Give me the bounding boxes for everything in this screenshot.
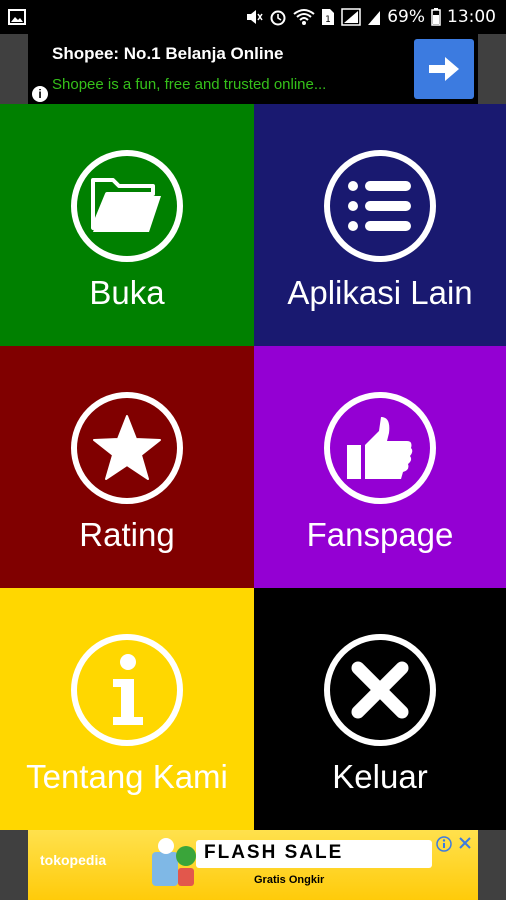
folder-icon bbox=[71, 150, 183, 262]
menu-grid: Buka Aplikasi Lain Rating Fanspage Tenta… bbox=[0, 104, 506, 830]
menu-label-tentang-kami: Tentang Kami bbox=[26, 758, 228, 795]
signal-icon-2 bbox=[367, 8, 381, 26]
arrow-right-icon bbox=[429, 57, 459, 81]
menu-label-fanspage: Fanspage bbox=[306, 516, 454, 553]
status-bar: 1 69% 13:00 bbox=[0, 0, 506, 34]
ad-close-icon[interactable] bbox=[458, 836, 472, 855]
flash-sale-subtext: Gratis Ongkir bbox=[254, 874, 325, 886]
menu-tile-fanspage[interactable]: Fanspage bbox=[254, 346, 506, 588]
svg-text:1: 1 bbox=[325, 15, 331, 25]
info-icon bbox=[71, 634, 183, 746]
menu-label-keluar: Keluar bbox=[332, 758, 428, 795]
battery-percent: 69% bbox=[387, 7, 425, 27]
ad-choices[interactable] bbox=[436, 836, 472, 855]
mascot-illustration bbox=[152, 838, 196, 886]
clock: 13:00 bbox=[447, 7, 496, 27]
menu-label-aplikasi-lain: Aplikasi Lain bbox=[287, 274, 473, 311]
tokopedia-logo: tokopedia bbox=[40, 852, 107, 868]
alarm-icon bbox=[269, 8, 287, 26]
ad-open-button[interactable] bbox=[414, 39, 474, 99]
ad-banner-bottom[interactable]: tokopedia FLASH SALE Gratis Ongkir bbox=[28, 830, 478, 900]
ad-banner-top[interactable]: Shopee: No.1 Belanja Online Shopee is a … bbox=[28, 34, 478, 104]
ad-description: Shopee is a fun, free and trusted online… bbox=[52, 76, 327, 93]
list-icon bbox=[324, 150, 436, 262]
ad-info-icon-bottom[interactable] bbox=[436, 836, 452, 855]
menu-tile-keluar[interactable]: Keluar bbox=[254, 588, 506, 830]
menu-tile-aplikasi-lain[interactable]: Aplikasi Lain bbox=[254, 104, 506, 346]
menu-tile-tentang-kami[interactable]: Tentang Kami bbox=[0, 588, 254, 830]
menu-tile-rating[interactable]: Rating bbox=[0, 346, 254, 588]
battery-icon bbox=[431, 8, 441, 26]
signal-icon bbox=[341, 8, 361, 26]
thumbs-up-icon bbox=[324, 392, 436, 504]
menu-label-rating: Rating bbox=[79, 516, 175, 553]
wifi-icon bbox=[293, 8, 315, 26]
ad-title: Shopee: No.1 Belanja Online bbox=[52, 44, 284, 63]
mute-icon bbox=[245, 8, 263, 26]
image-icon bbox=[8, 9, 26, 25]
ad-info-icon[interactable]: i bbox=[32, 86, 48, 102]
flash-sale-text: FLASH SALE bbox=[204, 842, 344, 863]
close-icon bbox=[324, 634, 436, 746]
menu-label-buka: Buka bbox=[89, 274, 165, 311]
sim-icon: 1 bbox=[321, 8, 335, 26]
star-icon bbox=[71, 392, 183, 504]
menu-tile-buka[interactable]: Buka bbox=[0, 104, 254, 346]
